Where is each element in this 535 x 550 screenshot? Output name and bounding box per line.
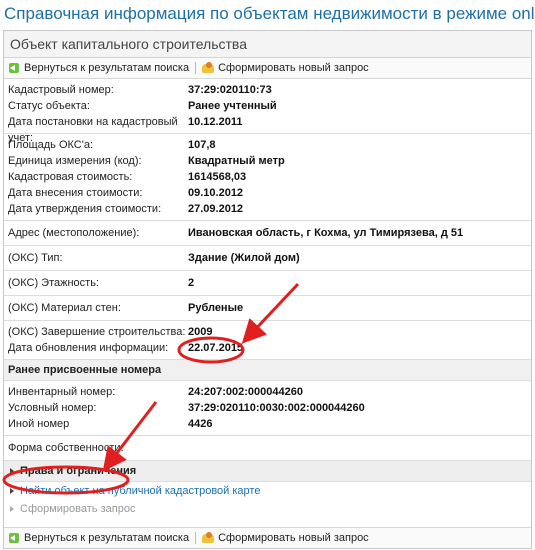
field-label: (ОКС) Этажность: xyxy=(8,277,99,289)
info-row: Дата утверждения стоимости: 27.09.2012 xyxy=(4,201,531,217)
toolbar-divider xyxy=(195,532,197,544)
field-value: 10.12.2011 xyxy=(188,116,243,128)
update-date-value: 22.07.2015 xyxy=(188,342,244,354)
field-value: 107,8 xyxy=(188,139,216,151)
panel-title: Объект капитального строительства xyxy=(4,31,531,58)
info-row: Условный номер: 37:29:020110:0030:002:000… xyxy=(4,400,531,416)
public-map-link[interactable]: Найти объект на публичной кадастровой ка… xyxy=(20,485,260,497)
back-arrow-icon xyxy=(8,532,21,544)
field-label: Условный номер: xyxy=(8,402,97,414)
field-label: (ОКС) Материал стен: xyxy=(8,302,121,314)
page-headline: Справочная информация по объектам недвиж… xyxy=(4,4,535,23)
ownership-section: Форма собственности: xyxy=(4,436,531,461)
field-label: Адрес (местоположение): xyxy=(8,227,140,239)
field-value: 2 xyxy=(188,277,195,289)
info-row: (ОКС) Материал стен: Рубленые xyxy=(4,300,531,316)
new-request-icon xyxy=(202,532,215,544)
field-value: 1614568,03 xyxy=(188,171,247,183)
field-label: Дата обновления информации: xyxy=(8,342,169,354)
construction-section: (ОКС) Завершение строительства: 2009 Дата… xyxy=(4,321,531,360)
field-value: 37:29:020110:0030:002:000044260 xyxy=(188,402,365,414)
top-toolbar: Вернуться к результатам поиска Сформиров… xyxy=(4,58,531,79)
new-request-icon xyxy=(202,62,215,74)
info-row: Дата постановки на кадастровый учет: 10.1… xyxy=(4,114,531,144)
info-row: Кадастровый номер: 37:29:020110:73 xyxy=(4,82,531,98)
walls-section: (ОКС) Материал стен: Рубленые xyxy=(4,296,531,321)
rights-expander[interactable]: Права и ограничения xyxy=(4,461,531,482)
field-label: Иной номер xyxy=(8,418,70,430)
field-label: Кадастровая стоимость: xyxy=(8,171,133,183)
new-request-label: Сформировать новый запрос xyxy=(218,532,369,544)
field-label: Инвентарный номер: xyxy=(8,386,116,398)
main-info-section: Кадастровый номер: 37:29:020110:73 Статус… xyxy=(4,79,531,144)
field-value: Ивановская область, г Кохма, ул Тимирязе… xyxy=(188,227,464,239)
field-value: Квадратный метр xyxy=(188,155,285,167)
back-to-results-button[interactable]: Вернуться к результатам поиска xyxy=(8,62,189,74)
field-value: 37:29:020110:73 xyxy=(188,84,272,96)
info-row: (ОКС) Завершение строительства: 2009 xyxy=(4,324,531,340)
field-label: Единица измерения (код): xyxy=(8,155,142,167)
field-label: Дата внесения стоимости: xyxy=(8,187,143,199)
new-request-button[interactable]: Сформировать новый запрос xyxy=(202,62,369,74)
info-row: (ОКС) Этажность: 2 xyxy=(4,275,531,291)
floors-section: (ОКС) Этажность: 2 xyxy=(4,271,531,296)
back-to-results-button-bottom[interactable]: Вернуться к результатам поиска xyxy=(8,532,189,544)
info-row: Иной номер 4426 xyxy=(4,416,531,432)
info-row: Кадастровая стоимость: 1614568,03 xyxy=(4,169,531,185)
object-panel: Объект капитального строительства Вернут… xyxy=(3,30,532,549)
link-arrow-icon xyxy=(10,488,14,495)
field-label: (ОКС) Тип: xyxy=(8,252,63,264)
field-label: Дата постановки на кадастровый учет: xyxy=(8,116,178,144)
field-value: 2009 xyxy=(188,326,213,338)
field-label: Площадь ОКС'a: xyxy=(8,139,93,151)
prev-numbers-section: Инвентарный номер: 24:207:002:000044260 У… xyxy=(4,381,531,436)
address-section: Адрес (местоположение): Ивановская област… xyxy=(4,221,531,246)
field-label: Кадастровый номер: xyxy=(8,84,114,96)
rights-label: Права и ограничения xyxy=(20,465,137,477)
field-value: Ранее учтенный xyxy=(188,100,277,112)
field-value: Здание (Жилой дом) xyxy=(188,252,300,264)
type-section: (ОКС) Тип: Здание (Жилой дом) xyxy=(4,246,531,271)
field-label: Статус объекта: xyxy=(8,100,90,112)
make-request-link[interactable]: Сформировать запрос xyxy=(20,503,135,515)
bottom-toolbar: Вернуться к результатам поиска Сформиров… xyxy=(4,527,531,548)
info-row: Дата обновления информации: 22.07.2015 xyxy=(4,340,531,356)
field-label: Форма собственности: xyxy=(8,442,124,454)
info-row: Дата внесения стоимости: 09.10.2012 xyxy=(4,185,531,201)
field-label: (ОКС) Завершение строительства: xyxy=(8,326,186,338)
map-link-row: Найти объект на публичной кадастровой ка… xyxy=(4,482,531,500)
info-row: Инвентарный номер: 24:207:002:000044260 xyxy=(4,384,531,400)
back-arrow-icon xyxy=(8,62,21,74)
new-request-label: Сформировать новый запрос xyxy=(218,62,369,74)
field-value: 27.09.2012 xyxy=(188,203,244,215)
back-to-results-label: Вернуться к результатам поиска xyxy=(24,62,190,74)
back-to-results-label: Вернуться к результатам поиска xyxy=(24,532,190,544)
field-label: Дата утверждения стоимости: xyxy=(8,203,162,215)
info-row: Площадь ОКС'a: 107,8 xyxy=(4,137,531,153)
info-row: (ОКС) Тип: Здание (Жилой дом) xyxy=(4,250,531,266)
link-arrow-icon xyxy=(10,506,14,513)
field-value: 09.10.2012 xyxy=(188,187,244,199)
info-row: Статус объекта: Ранее учтенный xyxy=(4,98,531,114)
info-row: Единица измерения (код): Квадратный метр xyxy=(4,153,531,169)
info-row: Форма собственности: xyxy=(4,440,531,456)
field-value: Рубленые xyxy=(188,302,244,314)
prev-numbers-header: Ранее присвоенные номера xyxy=(4,360,531,381)
expand-arrow-icon xyxy=(10,468,14,475)
info-row: Адрес (местоположение): Ивановская област… xyxy=(4,225,531,241)
request-row: Сформировать запрос xyxy=(4,500,531,518)
field-value: 4426 xyxy=(188,418,213,430)
cost-section: Площадь ОКС'a: 107,8 Единица измерения (к… xyxy=(4,134,531,221)
field-value: 24:207:002:000044260 xyxy=(188,386,303,398)
new-request-button-bottom[interactable]: Сформировать новый запрос xyxy=(202,532,369,544)
toolbar-divider xyxy=(195,62,197,74)
